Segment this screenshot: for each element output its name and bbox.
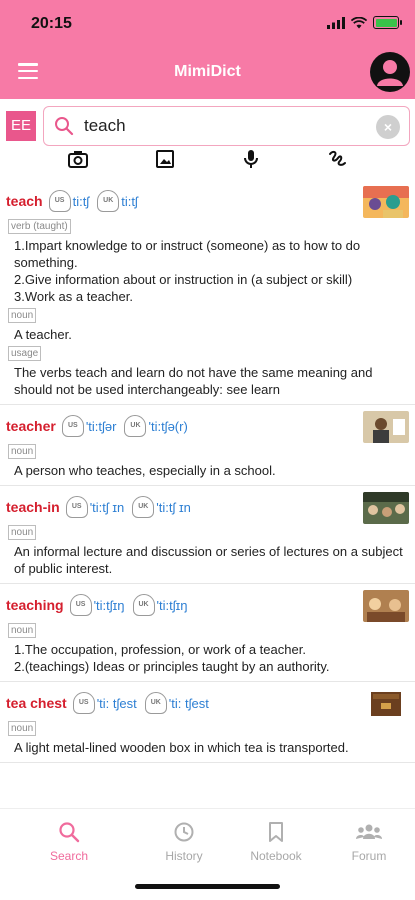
pos-tag: verb (taught): [8, 219, 71, 234]
tab-label: Search: [49, 849, 89, 863]
language-toggle-button[interactable]: EE: [6, 111, 36, 141]
search-icon: [55, 117, 74, 136]
pos-tag: noun: [8, 623, 37, 638]
list-item[interactable]: tea chest US'ti: tʃest UK'ti: tʃest noun…: [0, 682, 415, 763]
clear-button[interactable]: ×: [376, 115, 400, 139]
tab-label: History: [165, 849, 203, 863]
pronunciation-us[interactable]: US ti:tʃ: [48, 190, 90, 212]
entry-thumbnail[interactable]: [363, 186, 409, 218]
search-input[interactable]: [84, 115, 364, 137]
clock-icon: [174, 822, 194, 842]
tab-history[interactable]: History: [144, 821, 224, 863]
ipa-text: 'ti:tʃər: [85, 418, 117, 434]
usage-tag: usage: [8, 346, 42, 361]
pronunciation-uk[interactable]: UK'ti:tʃɪŋ: [132, 594, 188, 616]
user-icon: [377, 60, 403, 86]
wifi-icon: [351, 16, 367, 28]
ipa-text: 'ti:tʃɪŋ: [156, 597, 188, 613]
signal-icon: [327, 16, 345, 29]
entry-header: teacher US'ti:tʃər UK'ti:tʃə(r): [6, 411, 409, 441]
pos-tag: noun: [8, 525, 37, 540]
entry-thumbnail[interactable]: [363, 411, 409, 443]
speaker-uk-icon: UK: [97, 190, 120, 212]
definition-text: A teacher.: [14, 327, 72, 342]
pronunciation-us[interactable]: US'ti:tʃər: [61, 415, 117, 437]
headword: teach-in: [6, 499, 60, 515]
pronunciation-us[interactable]: US'ti: tʃest: [72, 692, 137, 714]
list-item[interactable]: teacher US'ti:tʃər UK'ti:tʃə(r) noun A p…: [0, 405, 415, 486]
entry-thumbnail[interactable]: [363, 688, 409, 720]
usage-text: The verbs teach and learn do not have th…: [14, 365, 373, 397]
bookmark-icon: [269, 822, 283, 842]
headword: teaching: [6, 597, 64, 613]
entry-thumbnail[interactable]: [363, 492, 409, 524]
headword: teacher: [6, 418, 56, 434]
pos-tag: noun: [8, 721, 37, 736]
search-icon: [59, 822, 80, 843]
list-item[interactable]: teaching US'ti:tʃɪŋ UK'ti:tʃɪŋ noun 1.Th…: [0, 584, 415, 682]
camera-icon[interactable]: [67, 148, 89, 170]
handwriting-icon[interactable]: [326, 148, 348, 170]
ipa-text: ti:tʃ: [72, 193, 90, 209]
ipa-text: 'ti:tʃə(r): [148, 418, 188, 434]
tab-label: Notebook: [250, 849, 302, 863]
definition-text: A person who teaches, especially in a sc…: [14, 463, 276, 478]
tab-label: Forum: [351, 849, 387, 863]
pronunciation-uk[interactable]: UK ti:tʃ: [97, 190, 138, 212]
entry-header: teach-in US'ti:tʃ ɪn UK'ti:tʃ ɪn: [6, 492, 409, 522]
entry-header: teach US ti:tʃ UK ti:tʃ: [6, 186, 409, 216]
avatar[interactable]: [370, 52, 410, 92]
app-title: MimiDict: [174, 63, 241, 80]
list-item[interactable]: teach US ti:tʃ UK ti:tʃ verb (taught) 1.Im…: [0, 180, 415, 405]
pronunciation-uk[interactable]: UK'ti:tʃə(r): [124, 415, 188, 437]
pronunciation-us[interactable]: US'ti:tʃɪŋ: [69, 594, 125, 616]
speaker-uk-icon: UK: [144, 692, 167, 714]
speaker-uk-icon: UK: [124, 415, 147, 437]
pos-tag: noun: [8, 308, 37, 323]
definition-text: A light metal-lined wooden box in which …: [14, 740, 349, 755]
ipa-text: 'ti:tʃɪŋ: [93, 597, 125, 613]
headword: tea chest: [6, 695, 67, 711]
tab-forum[interactable]: Forum: [329, 821, 409, 863]
headword: teach: [6, 193, 43, 209]
pronunciation-uk[interactable]: UK'ti:tʃ ɪn: [132, 496, 191, 518]
entry-header: teaching US'ti:tʃɪŋ UK'ti:tʃɪŋ: [6, 590, 409, 620]
battery-icon: [373, 16, 402, 29]
speaker-us-icon: US: [48, 190, 71, 212]
microphone-icon[interactable]: [240, 148, 262, 170]
ipa-text: 'ti:tʃ ɪn: [156, 499, 191, 515]
top-bar: 20:15 MimiDict: [0, 0, 415, 99]
status-icons: [327, 16, 402, 29]
image-icon[interactable]: [154, 148, 176, 170]
pronunciation-uk[interactable]: UK'ti: tʃest: [144, 692, 209, 714]
speaker-uk-icon: UK: [132, 594, 155, 616]
definition-text: 2.Give information about or instruction …: [14, 272, 353, 287]
definition-text: 1.Impart knowledge to or instruct (someo…: [14, 238, 361, 270]
ipa-text: 'ti:tʃ ɪn: [89, 499, 125, 515]
entry-thumbnail[interactable]: [363, 590, 409, 622]
speaker-us-icon: US: [65, 496, 88, 518]
tab-notebook[interactable]: Notebook: [236, 821, 316, 863]
speaker-us-icon: US: [72, 692, 95, 714]
definition-text: 2.(teachings) Ideas or principles taught…: [14, 659, 330, 674]
ipa-text: 'ti: tʃest: [96, 695, 137, 711]
tab-search[interactable]: Search: [29, 821, 109, 863]
pronunciation-us[interactable]: US'ti:tʃ ɪn: [65, 496, 125, 518]
definition-text: 1.The occupation, profession, or work of…: [14, 642, 306, 657]
list-item[interactable]: teach-in US'ti:tʃ ɪn UK'ti:tʃ ɪn noun An…: [0, 486, 415, 584]
ipa-text: 'ti: tʃest: [168, 695, 209, 711]
definition-text: An informal lecture and discussion or se…: [14, 544, 403, 576]
people-icon: [356, 824, 382, 839]
pos-tag: noun: [8, 444, 37, 459]
status-time: 20:15: [31, 15, 72, 32]
speaker-us-icon: US: [61, 415, 84, 437]
speaker-uk-icon: UK: [132, 496, 155, 518]
results-list: teach US ti:tʃ UK ti:tʃ verb (taught) 1.Im…: [0, 180, 415, 808]
definition-text: 3.Work as a teacher.: [14, 289, 133, 304]
speaker-us-icon: US: [69, 594, 92, 616]
search-box: ×: [43, 106, 410, 146]
home-indicator: [135, 884, 280, 889]
ipa-text: ti:tʃ: [121, 193, 138, 209]
entry-header: tea chest US'ti: tʃest UK'ti: tʃest: [6, 688, 409, 718]
